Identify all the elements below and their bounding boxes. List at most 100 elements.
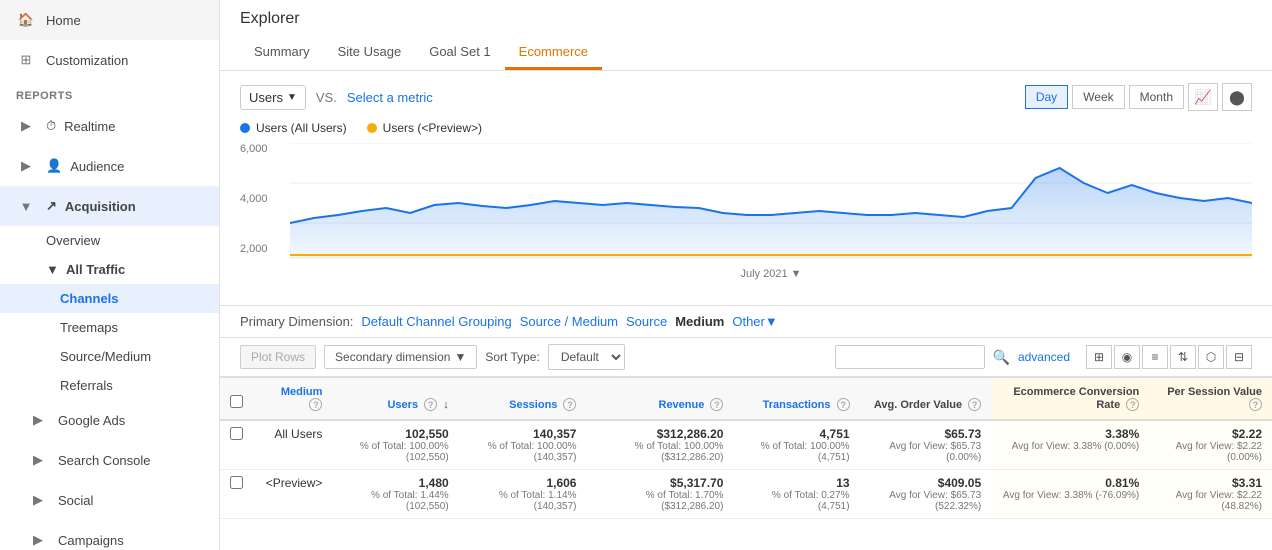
col-header-medium: Medium ? — [253, 378, 332, 421]
checkbox-preview[interactable] — [230, 476, 243, 489]
select-metric-link[interactable]: Select a metric — [347, 90, 433, 105]
sidebar-label-home: Home — [46, 13, 81, 28]
dim-option-source-medium[interactable]: Source / Medium — [520, 314, 618, 329]
search-icon[interactable]: 🔍 — [993, 349, 1010, 366]
advanced-link[interactable]: advanced — [1018, 350, 1070, 364]
sidebar-item-realtime[interactable]: ▶ ⏱ Realtime — [0, 106, 219, 146]
dim-option-other-dropdown[interactable]: Other ▼ — [732, 314, 777, 329]
ecr-value-all-users: 3.38% — [1105, 427, 1139, 441]
y-label-6000: 6,000 — [240, 143, 290, 155]
cell-ecr-preview: 0.81% Avg for View: 3.38% (-76.09%) — [991, 470, 1149, 519]
sidebar-item-social[interactable]: ▶ Social — [0, 480, 219, 520]
row-checkbox-preview — [220, 470, 253, 519]
transactions-sub-all-users: % of Total: 100.00% (4,751) — [743, 441, 849, 463]
revenue-header-label[interactable]: Revenue — [659, 399, 705, 411]
main-content: Explorer Summary Site Usage Goal Set 1 E… — [220, 0, 1272, 550]
sidebar-item-home[interactable]: 🏠 Home — [0, 0, 219, 40]
compare-view-button[interactable]: ≡ — [1142, 345, 1168, 369]
metric-selector[interactable]: Users ▼ — [240, 85, 306, 110]
chart-area: July 2021 ▼ — [290, 143, 1252, 293]
col-header-ecr: Ecommerce Conversion Rate ? — [991, 378, 1149, 421]
sidebar-item-customization[interactable]: ⊞ Customization — [0, 40, 219, 80]
col-header-transactions: Transactions ? — [733, 378, 859, 421]
day-button[interactable]: Day — [1025, 85, 1068, 109]
transactions-help-icon[interactable]: ? — [837, 398, 850, 411]
transactions-header-label[interactable]: Transactions — [763, 399, 831, 411]
table-controls: Plot Rows Secondary dimension ▼ Sort Typ… — [220, 338, 1272, 377]
cell-medium-preview: <Preview> — [253, 470, 332, 519]
legend-dot-all-users — [240, 123, 250, 133]
secondary-dim-label: Secondary dimension — [335, 350, 450, 364]
sidebar-label-customization: Customization — [46, 53, 128, 68]
sidebar-item-acquisition[interactable]: ▼ ↗ Acquisition — [0, 186, 219, 226]
sidebar-item-google-ads[interactable]: ▶ Google Ads — [0, 400, 219, 440]
tab-site-usage[interactable]: Site Usage — [324, 36, 416, 70]
pie-chart-button[interactable]: ⬤ — [1222, 83, 1252, 111]
expand-arrow-acquisition: ▼ — [16, 196, 36, 216]
cell-avg-order-preview: $409.05 Avg for View: $65.73 (522.32%) — [860, 470, 992, 519]
social-label: Social — [58, 493, 93, 508]
acquisition-icon: ↗ — [46, 198, 57, 214]
date-dropdown-icon[interactable]: ▼ — [791, 268, 802, 280]
users-help-icon[interactable]: ? — [424, 398, 437, 411]
treemaps-label: Treemaps — [60, 320, 118, 335]
users-header-label[interactable]: Users — [387, 399, 418, 411]
tab-summary[interactable]: Summary — [240, 36, 324, 70]
dim-option-source[interactable]: Source — [626, 314, 667, 329]
cell-users-preview: 1,480 % of Total: 1.44% (102,550) — [332, 470, 458, 519]
pie-view-button[interactable]: ◉ — [1114, 345, 1140, 369]
grid-view-button[interactable]: ⊟ — [1226, 345, 1252, 369]
avg-order-sub-preview: Avg for View: $65.73 (522.32%) — [870, 490, 982, 512]
tab-goal-set-1[interactable]: Goal Set 1 — [415, 36, 504, 70]
sidebar-item-campaigns[interactable]: ▶ Campaigns — [0, 520, 219, 550]
sessions-header-label[interactable]: Sessions — [509, 399, 557, 411]
sidebar-item-channels[interactable]: Channels — [0, 284, 219, 313]
sidebar-item-audience[interactable]: ▶ 👤 Audience — [0, 146, 219, 186]
transactions-sub-preview: % of Total: 0.27% (4,751) — [743, 490, 849, 512]
avg-order-sub-all-users: Avg for View: $65.73 (0.00%) — [870, 441, 982, 463]
week-button[interactable]: Week — [1072, 85, 1124, 109]
month-button[interactable]: Month — [1129, 85, 1184, 109]
ecr-help-icon[interactable]: ? — [1126, 398, 1139, 411]
dim-option-default-channel[interactable]: Default Channel Grouping — [361, 314, 511, 329]
dim-dropdown-arrow: ▼ — [765, 314, 778, 329]
avg-order-help-icon[interactable]: ? — [968, 398, 981, 411]
sidebar-item-source-medium[interactable]: Source/Medium — [0, 342, 219, 371]
tab-ecommerce[interactable]: Ecommerce — [505, 36, 602, 70]
sidebar-item-all-traffic[interactable]: ▼ All Traffic — [0, 255, 219, 284]
pivot-view-button[interactable]: ⇅ — [1170, 345, 1196, 369]
secondary-dimension-button[interactable]: Secondary dimension ▼ — [324, 345, 477, 369]
table-view-button[interactable]: ⊞ — [1086, 345, 1112, 369]
legend-item-all-users: Users (All Users) — [240, 121, 347, 135]
table-search-input[interactable] — [835, 345, 985, 369]
checkbox-all-users[interactable] — [230, 427, 243, 440]
transactions-value-preview: 13 — [836, 476, 849, 490]
share-view-button[interactable]: ⬡ — [1198, 345, 1224, 369]
medium-header-label[interactable]: Medium — [281, 386, 323, 398]
expand-arrow-search-console: ▶ — [28, 450, 48, 470]
medium-help-icon[interactable]: ? — [309, 398, 322, 411]
revenue-help-icon[interactable]: ? — [710, 398, 723, 411]
sort-type-select[interactable]: Default — [548, 344, 625, 370]
sidebar-item-search-console[interactable]: ▶ Search Console — [0, 440, 219, 480]
revenue-sub-all-users: % of Total: 100.00% ($312,286.20) — [596, 441, 723, 463]
ecr-sub-preview: Avg for View: 3.38% (-76.09%) — [1001, 490, 1139, 501]
line-chart-button[interactable]: 📈 — [1188, 83, 1218, 111]
psv-help-icon[interactable]: ? — [1249, 398, 1262, 411]
explorer-header: Explorer Summary Site Usage Goal Set 1 E… — [220, 0, 1272, 71]
psv-header-label: Per Session Value — [1167, 386, 1262, 398]
select-all-checkbox[interactable] — [230, 395, 243, 408]
source-medium-label: Source/Medium — [60, 349, 151, 364]
plot-rows-button[interactable]: Plot Rows — [240, 345, 316, 369]
users-value-all-users: 102,550 — [405, 427, 448, 441]
chart-controls: Users ▼ VS. Select a metric Day Week Mon… — [240, 83, 1252, 111]
psv-value-all-users: $2.22 — [1232, 427, 1262, 441]
home-icon: 🏠 — [16, 10, 36, 30]
sidebar-item-overview[interactable]: Overview — [0, 226, 219, 255]
sidebar-item-treemaps[interactable]: Treemaps — [0, 313, 219, 342]
dimension-label: Primary Dimension: — [240, 314, 353, 329]
sidebar-item-referrals[interactable]: Referrals — [0, 371, 219, 400]
all-traffic-label: All Traffic — [66, 262, 125, 277]
col-header-users: Users ? ↓ — [332, 378, 458, 421]
sessions-help-icon[interactable]: ? — [563, 398, 576, 411]
